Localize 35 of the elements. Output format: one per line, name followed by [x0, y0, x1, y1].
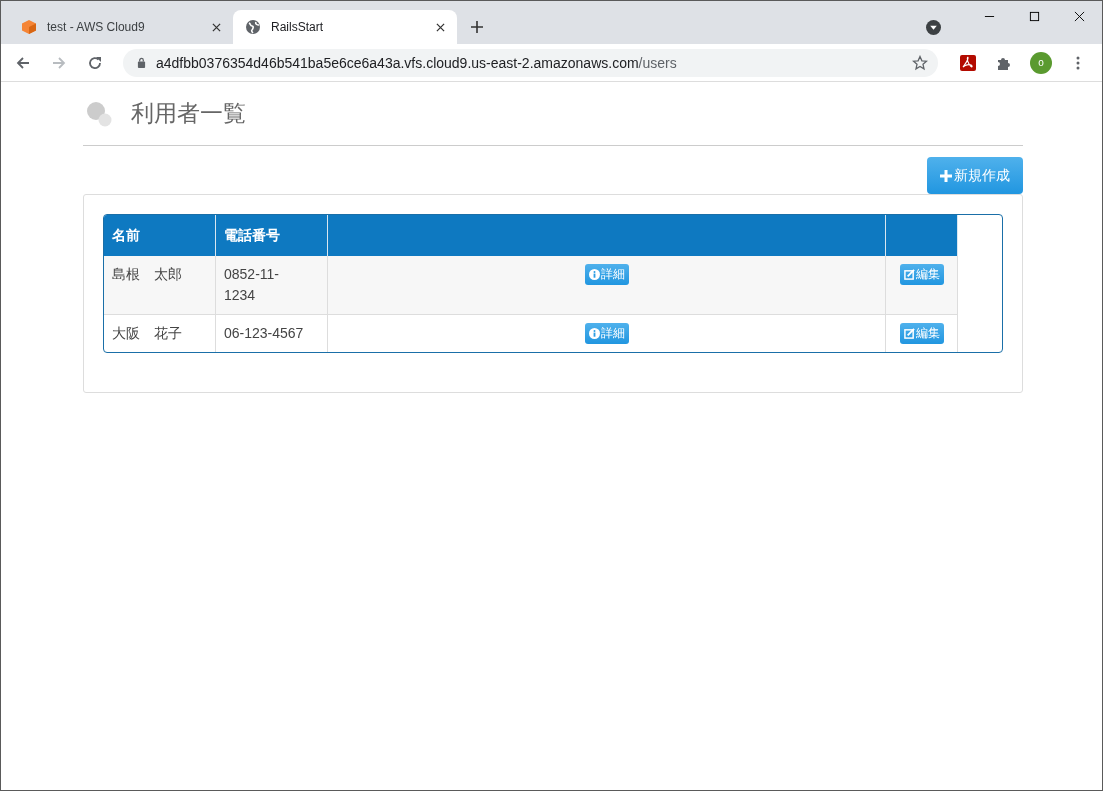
detail-button[interactable]: 詳細 — [584, 323, 629, 344]
column-header: 電話番号 — [215, 215, 328, 256]
info-icon — [588, 328, 600, 339]
table-cell: 島根 太郎 — [104, 256, 216, 315]
reload-icon[interactable] — [87, 54, 103, 71]
close-icon[interactable] — [1074, 11, 1085, 22]
edit-icon — [903, 328, 915, 339]
table-cell: 大阪 花子 — [104, 314, 216, 352]
browser-tab[interactable]: RailsStart — [233, 10, 457, 44]
maximize-icon[interactable] — [1029, 11, 1040, 22]
cube-icon — [21, 19, 37, 35]
detail-button[interactable]: 詳細 — [584, 264, 629, 285]
info-icon — [588, 269, 600, 280]
star-icon[interactable] — [912, 54, 928, 71]
plus-icon — [940, 169, 952, 182]
column-header: 名前 — [104, 215, 216, 256]
dropdown-icon[interactable] — [926, 20, 941, 35]
circles-icon — [85, 99, 113, 128]
table-cell: 0852-11-1234 — [215, 256, 328, 315]
address-bar[interactable]: a4dfbb0376354d46b541ba5e6ce6a43a.vfs.cloud9.us-east-2.amazonaws.com/users — [123, 48, 938, 77]
pdf-icon[interactable] — [960, 54, 976, 71]
edit-button[interactable]: 編集 — [899, 323, 944, 344]
browser-tab[interactable]: test - AWS Cloud9 — [9, 10, 233, 44]
new-button[interactable]: 新規作成 — [927, 157, 1023, 194]
back-arrow-icon[interactable] — [15, 54, 31, 71]
page-title: 利用者一覧 — [131, 99, 246, 128]
table-cell: 06-123-4567 — [215, 314, 328, 352]
close-icon[interactable] — [436, 22, 445, 32]
globe-icon — [245, 19, 261, 35]
plus-icon[interactable] — [471, 21, 483, 33]
edit-icon — [903, 269, 915, 280]
edit-button[interactable]: 編集 — [899, 264, 944, 285]
lock-icon — [137, 57, 146, 68]
close-icon[interactable] — [212, 22, 221, 32]
profile-avatar[interactable]: o — [1030, 51, 1052, 74]
